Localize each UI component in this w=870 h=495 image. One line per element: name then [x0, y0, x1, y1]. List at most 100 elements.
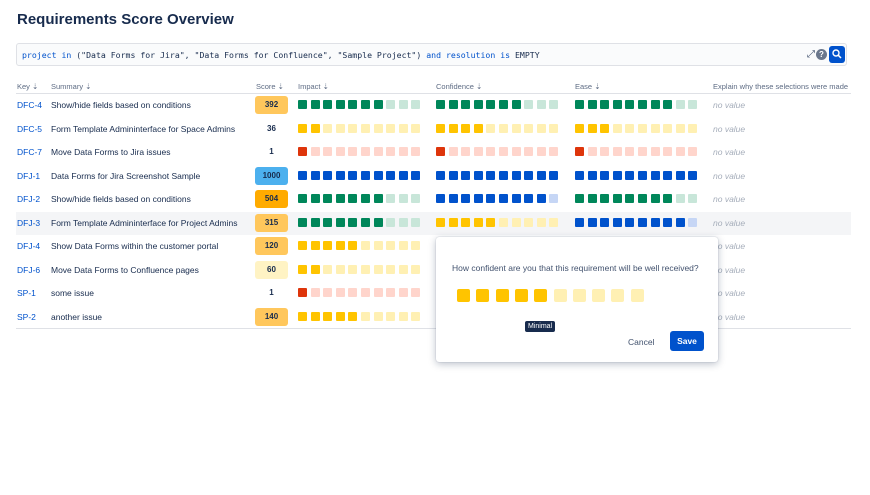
- impact-rating-segment[interactable]: [386, 170, 396, 180]
- ease-rating-segment[interactable]: [612, 123, 622, 133]
- impact-rating-segment[interactable]: [361, 170, 370, 180]
- issue-key-link[interactable]: SP-1: [17, 288, 36, 298]
- ease-rating-segment[interactable]: [625, 217, 635, 227]
- impact-rating-segment[interactable]: [298, 194, 307, 203]
- impact-rating-segment[interactable]: [398, 100, 408, 109]
- impact-rating-segment[interactable]: [298, 123, 307, 133]
- ease-rating-segment[interactable]: [612, 100, 622, 109]
- impact-rating-segment[interactable]: [361, 194, 370, 203]
- explain-value[interactable]: no value: [713, 124, 745, 134]
- ease-rating-segment[interactable]: [663, 100, 673, 109]
- ease-rating-segment[interactable]: [625, 170, 635, 180]
- impact-rating-segment[interactable]: [411, 288, 421, 297]
- impact-rating-segment[interactable]: [386, 147, 396, 156]
- confidence-rating-segment[interactable]: [592, 289, 606, 302]
- impact-rating-segment[interactable]: [411, 194, 421, 203]
- confidence-rating-segment[interactable]: [436, 170, 445, 180]
- issue-key-link[interactable]: DFC-7: [17, 147, 42, 157]
- impact-rating-segment[interactable]: [373, 217, 383, 227]
- ease-rating-segment[interactable]: [650, 123, 660, 133]
- confidence-rating-segment[interactable]: [495, 289, 509, 302]
- impact-rating-segment[interactable]: [348, 241, 358, 250]
- impact-rating-segment[interactable]: [411, 311, 421, 321]
- ease-rating-segment[interactable]: [625, 100, 635, 109]
- ease-rating-segment[interactable]: [587, 170, 597, 180]
- confidence-rating-segment[interactable]: [499, 194, 508, 203]
- impact-rating-segment[interactable]: [361, 311, 370, 321]
- impact-rating-segment[interactable]: [398, 241, 408, 250]
- ease-rating-segment[interactable]: [675, 147, 685, 156]
- ease-rating-segment[interactable]: [650, 100, 660, 109]
- impact-rating-segment[interactable]: [386, 217, 396, 227]
- confidence-rating-segment[interactable]: [436, 217, 445, 227]
- confidence-rating-segment[interactable]: [549, 123, 559, 133]
- confidence-rating-segment[interactable]: [511, 100, 521, 109]
- confidence-rating-segment[interactable]: [436, 123, 445, 133]
- impact-rating-segment[interactable]: [310, 288, 320, 297]
- impact-rating-segment[interactable]: [386, 264, 396, 274]
- ease-rating-segment[interactable]: [612, 194, 622, 203]
- impact-rating-segment[interactable]: [335, 194, 345, 203]
- confidence-rating-segment[interactable]: [524, 217, 534, 227]
- impact-rating-segment[interactable]: [348, 123, 358, 133]
- impact-rating-segment[interactable]: [361, 264, 370, 274]
- confidence-rating-segment[interactable]: [473, 194, 483, 203]
- ease-rating-segment[interactable]: [688, 194, 698, 203]
- ease-rating-segment[interactable]: [650, 170, 660, 180]
- confidence-rating-segment[interactable]: [524, 100, 534, 109]
- ease-rating-segment[interactable]: [612, 170, 622, 180]
- confidence-rating-segment[interactable]: [461, 147, 471, 156]
- confidence-rating-segment[interactable]: [461, 170, 471, 180]
- impact-rating-segment[interactable]: [310, 123, 320, 133]
- ease-rating-segment[interactable]: [600, 100, 610, 109]
- impact-rating-segment[interactable]: [398, 170, 408, 180]
- confidence-rating-segment[interactable]: [457, 289, 470, 302]
- table-row[interactable]: SP-1 some issue 1 no value: [16, 282, 851, 305]
- confidence-rating-segment[interactable]: [461, 194, 471, 203]
- ease-rating-segment[interactable]: [638, 147, 647, 156]
- ease-rating-segment[interactable]: [600, 170, 610, 180]
- impact-rating-segment[interactable]: [373, 123, 383, 133]
- issue-key-link[interactable]: DFJ-3: [17, 218, 40, 228]
- issue-key-link[interactable]: DFJ-4: [17, 241, 40, 251]
- confidence-rating-segment[interactable]: [511, 147, 521, 156]
- impact-rating-segment[interactable]: [361, 288, 370, 297]
- impact-rating-segment[interactable]: [398, 147, 408, 156]
- ease-rating-segment[interactable]: [575, 217, 584, 227]
- impact-rating-segment[interactable]: [373, 170, 383, 180]
- confidence-rating-segment[interactable]: [499, 170, 508, 180]
- confidence-rating-segment[interactable]: [448, 147, 458, 156]
- impact-rating-segment[interactable]: [298, 147, 307, 156]
- confidence-rating-segment[interactable]: [499, 123, 508, 133]
- impact-rating-segment[interactable]: [298, 241, 307, 250]
- impact-rating-segment[interactable]: [411, 147, 421, 156]
- impact-rating-segment[interactable]: [411, 241, 421, 250]
- help-icon[interactable]: ?: [816, 49, 827, 60]
- impact-rating-segment[interactable]: [310, 194, 320, 203]
- confidence-rating-segment[interactable]: [461, 217, 471, 227]
- impact-rating-segment[interactable]: [298, 217, 307, 227]
- ease-rating-segment[interactable]: [663, 194, 673, 203]
- issue-key-link[interactable]: DFC-5: [17, 124, 42, 134]
- ease-rating-segment[interactable]: [688, 217, 698, 227]
- jql-query-text[interactable]: project in ("Data Forms for Jira", "Data…: [22, 50, 540, 60]
- confidence-rating-segment[interactable]: [514, 289, 528, 302]
- impact-rating-segment[interactable]: [411, 123, 421, 133]
- impact-rating-segment[interactable]: [335, 123, 345, 133]
- impact-rating-segment[interactable]: [373, 147, 383, 156]
- impact-rating-segment[interactable]: [335, 100, 345, 109]
- confidence-rating-segment[interactable]: [524, 147, 534, 156]
- confidence-rating-segment[interactable]: [524, 170, 534, 180]
- impact-rating-segment[interactable]: [361, 147, 370, 156]
- confidence-rating-segment[interactable]: [476, 289, 490, 302]
- impact-rating-segment[interactable]: [361, 217, 370, 227]
- table-row[interactable]: DFC-7 Move Data Forms to Jira issues 1 no v…: [16, 141, 851, 164]
- column-header-ease[interactable]: Ease ⇣: [575, 82, 600, 91]
- explain-value[interactable]: no value: [713, 171, 745, 181]
- confidence-rating-segment[interactable]: [486, 170, 496, 180]
- impact-rating-segment[interactable]: [348, 311, 358, 321]
- confidence-rating-segment[interactable]: [536, 100, 546, 109]
- impact-rating-segment[interactable]: [323, 288, 333, 297]
- ease-rating-segment[interactable]: [688, 170, 698, 180]
- save-button[interactable]: Save: [670, 331, 704, 351]
